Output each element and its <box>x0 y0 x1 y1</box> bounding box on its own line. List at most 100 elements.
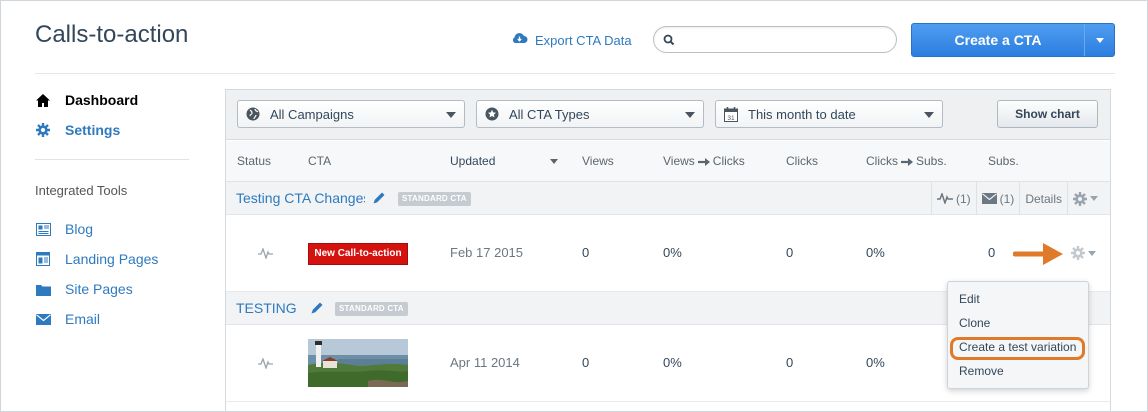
create-cta-label: Create a CTA <box>954 32 1042 48</box>
lighthouse-photo <box>308 339 408 387</box>
blog-icon <box>35 221 51 237</box>
gear-icon <box>1071 246 1085 260</box>
sidebar-item-settings[interactable]: Settings <box>35 122 120 138</box>
clicks-to-subs-cell: 0% <box>866 245 885 260</box>
campaign-filter-value: All Campaigns <box>270 106 354 122</box>
column-updated[interactable]: Updated <box>450 154 495 168</box>
cta-image-preview[interactable] <box>308 339 408 387</box>
caret-down-icon <box>446 112 456 118</box>
sidebar-item-blog[interactable]: Blog <box>35 221 93 237</box>
date-range-filter-value: This month to date <box>748 106 856 122</box>
email-usage-link[interactable]: (1) <box>975 182 1020 215</box>
sidebar-divider <box>35 159 189 160</box>
clicks-to-subs-cell: 0% <box>866 355 885 370</box>
export-label: Export CTA Data <box>535 32 632 48</box>
star-circle-icon <box>485 107 501 121</box>
orange-arrow-annotation <box>1013 243 1063 265</box>
sidebar-item-label: Email <box>65 311 101 327</box>
menu-item-clone[interactable]: Clone <box>959 316 990 330</box>
campaign-filter-select[interactable]: All Campaigns <box>237 100 465 128</box>
sidebar-item-dashboard[interactable]: Dashboard <box>35 92 138 108</box>
column-clicks[interactable]: Clicks <box>786 154 818 168</box>
filter-bar: All Campaigns All CTA Types 31 This mont… <box>226 90 1110 140</box>
pulse-icon <box>258 248 273 259</box>
sidebar-item-label: Landing Pages <box>65 251 159 267</box>
column-cta[interactable]: CTA <box>308 154 331 168</box>
details-label: Details <box>1025 191 1062 206</box>
search-icon <box>663 34 675 46</box>
menu-item-remove[interactable]: Remove <box>959 364 1004 378</box>
create-cta-dropdown-toggle[interactable] <box>1084 24 1114 56</box>
integrated-tools-heading: Integrated Tools <box>35 183 128 198</box>
date-range-filter-select[interactable]: 31 This month to date <box>715 100 943 128</box>
column-views[interactable]: Views <box>582 154 614 168</box>
clicks-cell: 0 <box>786 355 794 370</box>
caret-down-icon <box>924 112 934 118</box>
subs-cell: 0 <box>988 245 996 260</box>
cta-group-name-link[interactable]: TESTING <box>236 300 297 316</box>
views-label: Views <box>663 154 695 168</box>
cta-group-header: Testing CTA Changes STANDARD CTA (1) (1)… <box>226 182 1110 215</box>
home-icon <box>35 92 51 108</box>
group-settings-button[interactable] <box>1067 182 1110 215</box>
caret-down-icon <box>1090 196 1098 201</box>
cta-type-badge: STANDARD CTA <box>398 192 471 206</box>
views-to-clicks-cell: 0% <box>663 245 682 260</box>
subs-label: Subs. <box>916 154 947 168</box>
caret-down-icon <box>1088 250 1096 256</box>
pulse-icon <box>936 193 953 204</box>
column-status[interactable]: Status <box>237 154 271 168</box>
column-clicks-to-subs[interactable]: Clicks Subs. <box>866 154 947 168</box>
globe-icon <box>246 107 262 121</box>
cta-type-filter-select[interactable]: All CTA Types <box>476 100 704 128</box>
search-input[interactable] <box>680 31 890 49</box>
test-variations-link[interactable]: (1) <box>930 182 976 215</box>
header-divider <box>35 73 1115 74</box>
pencil-icon[interactable] <box>372 191 386 205</box>
column-views-to-clicks[interactable]: Views Clicks <box>663 154 745 168</box>
sidebar-item-email[interactable]: Email <box>35 311 100 327</box>
cloud-download-icon <box>511 32 528 48</box>
gear-icon <box>1073 191 1087 206</box>
cta-group-tools: (1) (1) Details <box>930 182 1110 215</box>
sidebar-item-site-pages[interactable]: Site Pages <box>35 281 133 297</box>
pencil-icon[interactable] <box>310 301 324 315</box>
menu-item-edit[interactable]: Edit <box>959 292 980 306</box>
sidebar-item-label: Settings <box>65 122 121 138</box>
sidebar-item-label: Site Pages <box>65 281 133 297</box>
column-subs[interactable]: Subs. <box>988 154 1019 168</box>
views-cell: 0 <box>582 355 590 370</box>
row-settings-button[interactable] <box>1071 246 1096 260</box>
sort-caret-down-icon[interactable] <box>550 159 558 164</box>
landing-pages-icon <box>35 251 51 267</box>
test-count: (1) <box>955 191 971 206</box>
svg-text:31: 31 <box>727 114 735 121</box>
search-box[interactable] <box>653 26 897 53</box>
caret-down-icon <box>685 112 695 118</box>
views-to-clicks-cell: 0% <box>663 355 682 370</box>
cta-preview-button[interactable]: New Call-to-action <box>308 243 408 265</box>
gear-icon <box>35 122 51 138</box>
cta-actions-dropdown: Edit Clone Create a test variation Remov… <box>947 281 1089 389</box>
page-title: Calls-to-action <box>35 21 189 48</box>
calendar-icon: 31 <box>724 106 740 122</box>
create-cta-button[interactable]: Create a CTA <box>911 23 1115 57</box>
cta-type-badge: STANDARD CTA <box>335 302 408 316</box>
sidebar-item-label: Dashboard <box>65 92 139 108</box>
email-icon <box>35 311 51 327</box>
clicks-label: Clicks <box>712 154 745 168</box>
email-count: (1) <box>999 191 1015 206</box>
details-link[interactable]: Details <box>1019 182 1067 215</box>
updated-cell: Apr 11 2014 <box>450 355 520 370</box>
envelope-icon <box>981 193 997 204</box>
export-cta-data-link[interactable]: Export CTA Data <box>511 32 632 48</box>
menu-item-create-test-variation[interactable]: Create a test variation <box>959 340 1076 354</box>
clicks-cell: 0 <box>786 245 794 260</box>
caret-down-icon <box>1095 37 1104 43</box>
show-chart-button[interactable]: Show chart <box>997 100 1098 128</box>
arrow-right-icon <box>697 157 710 166</box>
arrow-right-icon <box>901 157 913 166</box>
cta-group-name-link[interactable]: Testing CTA Changes <box>236 190 365 206</box>
sidebar-item-landing-pages[interactable]: Landing Pages <box>35 251 158 267</box>
table-header: Status CTA Updated Views Views Clicks Cli… <box>226 141 1110 182</box>
